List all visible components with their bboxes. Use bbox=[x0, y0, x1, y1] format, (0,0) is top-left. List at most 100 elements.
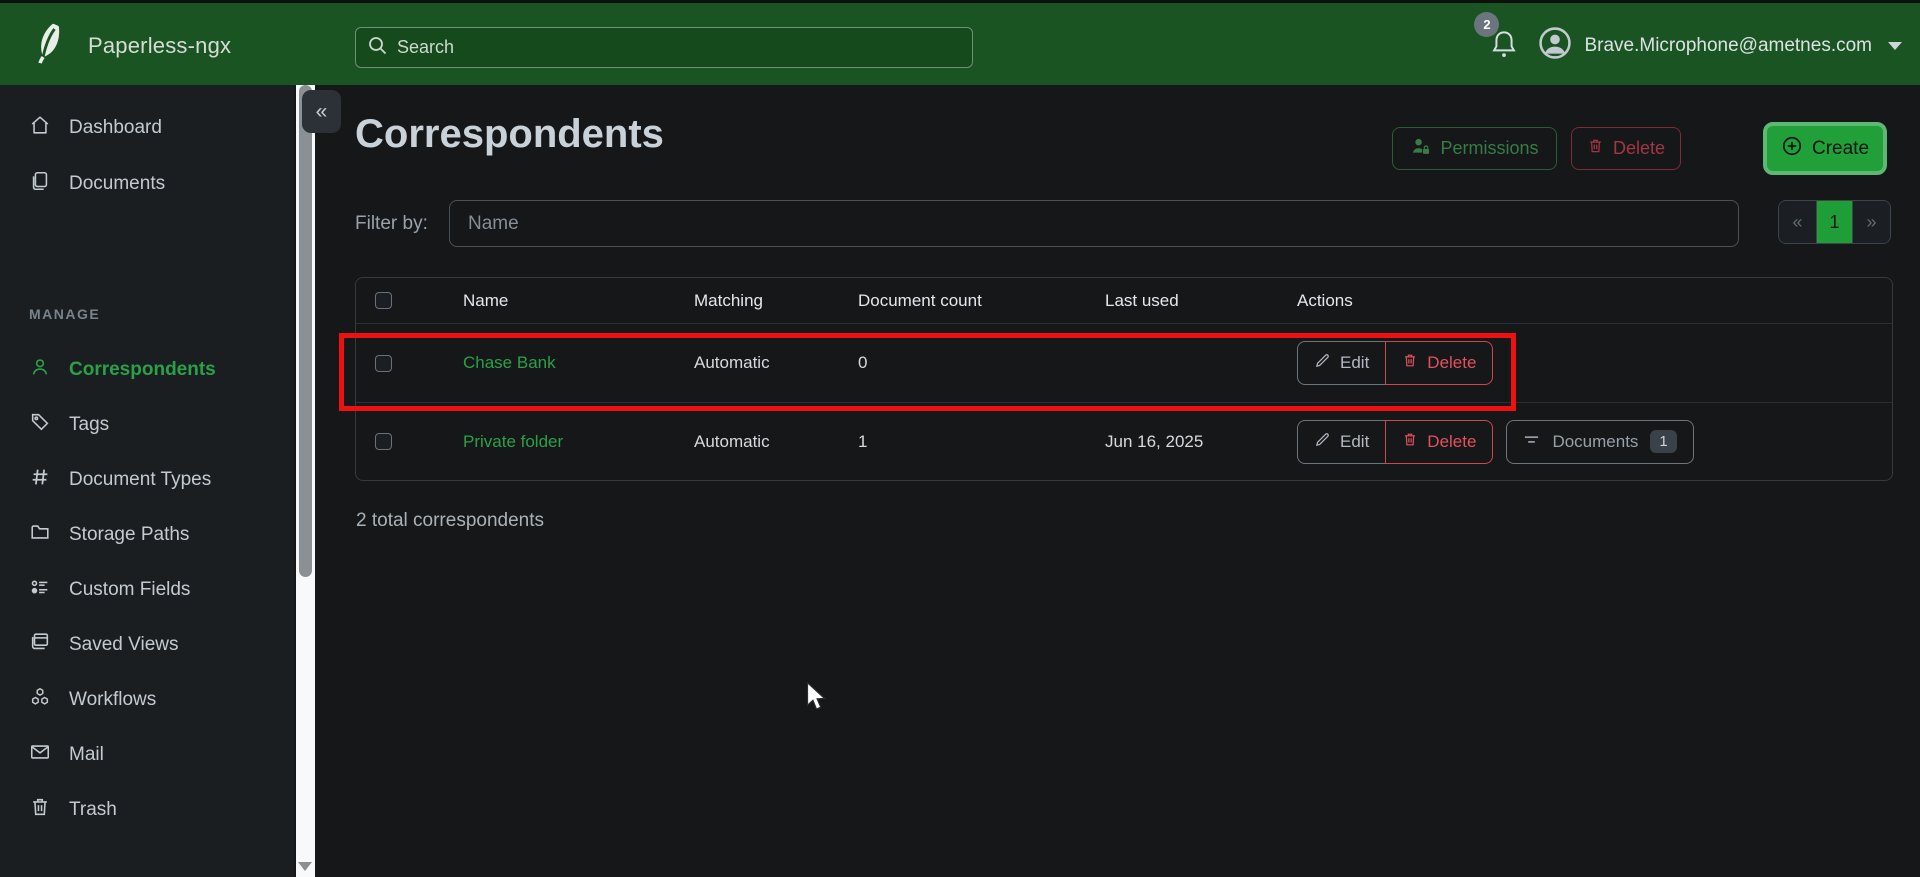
delete-button-label: Delete bbox=[1427, 432, 1476, 452]
sidebar-item-correspondents[interactable]: Correspondents bbox=[0, 342, 294, 397]
delete-button-label: Delete bbox=[1427, 353, 1476, 373]
mouse-cursor-icon bbox=[806, 682, 830, 717]
sidebar-item-label: Document Types bbox=[69, 469, 211, 491]
pagination-page-1[interactable]: 1 bbox=[1817, 201, 1852, 243]
pagination-next-button[interactable]: » bbox=[1852, 201, 1890, 243]
column-header-last-used[interactable]: Last used bbox=[1105, 291, 1297, 311]
edit-button[interactable]: Edit bbox=[1297, 341, 1386, 385]
sidebar-item-workflows[interactable]: Workflows bbox=[0, 672, 294, 727]
row-checkbox[interactable] bbox=[375, 433, 392, 450]
hash-icon bbox=[29, 466, 51, 494]
folder-icon bbox=[29, 521, 51, 549]
sidebar-scrollbar[interactable] bbox=[296, 85, 315, 877]
trash-icon bbox=[1587, 137, 1604, 160]
checklist-icon bbox=[29, 576, 51, 604]
documents-count-badge: 1 bbox=[1650, 430, 1676, 453]
sidebar-item-storage-paths[interactable]: Storage Paths bbox=[0, 507, 294, 562]
sidebar-item-label: Documents bbox=[69, 173, 165, 195]
sidebar-item-label: Mail bbox=[69, 744, 104, 766]
app-logo-brand[interactable]: Paperless-ngx bbox=[30, 3, 231, 88]
table-row-chase-bank: Chase Bank Automatic 0 Edit bbox=[356, 324, 1892, 402]
row-checkbox[interactable] bbox=[375, 355, 392, 372]
column-header-matching[interactable]: Matching bbox=[694, 291, 858, 311]
create-button[interactable]: Create bbox=[1763, 122, 1887, 175]
last-used-value: Jun 16, 2025 bbox=[1105, 432, 1297, 452]
delete-button-label: Delete bbox=[1613, 138, 1665, 159]
documents-button-label: Documents bbox=[1552, 432, 1638, 452]
pencil-icon bbox=[1314, 431, 1331, 453]
column-header-name[interactable]: Name bbox=[463, 291, 694, 311]
sidebar-item-label: Correspondents bbox=[69, 359, 216, 381]
user-email: Brave.Microphone@ametnes.com bbox=[1584, 35, 1872, 57]
home-icon bbox=[29, 114, 51, 142]
bulk-delete-button[interactable]: Delete bbox=[1571, 127, 1681, 170]
sidebar-item-label: Custom Fields bbox=[69, 579, 190, 601]
sidebar-item-label: Tags bbox=[69, 414, 109, 436]
sidebar-item-tags[interactable]: Tags bbox=[0, 397, 294, 452]
column-header-actions: Actions bbox=[1297, 291, 1892, 311]
plus-circle-icon bbox=[1781, 135, 1803, 163]
document-count-value: 0 bbox=[858, 353, 1105, 373]
trash-icon bbox=[29, 796, 51, 824]
edit-button[interactable]: Edit bbox=[1297, 420, 1386, 464]
correspondent-name-link[interactable]: Chase Bank bbox=[463, 353, 694, 373]
select-all-checkbox[interactable] bbox=[375, 292, 392, 309]
mail-icon bbox=[29, 741, 51, 769]
create-button-label: Create bbox=[1812, 138, 1869, 160]
correspondents-table: Name Matching Document count Last used A… bbox=[355, 277, 1893, 481]
delete-button[interactable]: Delete bbox=[1385, 341, 1493, 385]
permissions-button[interactable]: Permissions bbox=[1392, 127, 1557, 170]
edit-button-label: Edit bbox=[1340, 432, 1369, 452]
sidebar-item-label: Workflows bbox=[69, 689, 156, 711]
trash-icon bbox=[1402, 352, 1418, 374]
documents-filter-button[interactable]: Documents 1 bbox=[1506, 420, 1693, 464]
sidebar-item-label: Dashboard bbox=[69, 117, 162, 139]
delete-button[interactable]: Delete bbox=[1385, 420, 1493, 464]
trash-icon bbox=[1402, 431, 1418, 453]
scrollbar-down-arrow-icon[interactable] bbox=[298, 862, 312, 871]
scrollbar-thumb[interactable] bbox=[299, 85, 312, 577]
sidebar-item-mail[interactable]: Mail bbox=[0, 727, 294, 782]
column-header-document-count[interactable]: Document count bbox=[858, 291, 1105, 311]
sidebar-spacer bbox=[0, 212, 294, 286]
boxes-icon bbox=[29, 686, 51, 714]
person-icon bbox=[29, 356, 51, 384]
sidebar-item-label: Storage Paths bbox=[69, 524, 189, 546]
documents-icon bbox=[29, 170, 51, 198]
global-search[interactable] bbox=[355, 27, 973, 68]
sidebar-section-manage: MANAGE bbox=[0, 286, 294, 342]
user-menu[interactable]: Brave.Microphone@ametnes.com bbox=[1538, 26, 1902, 65]
total-correspondents-summary: 2 total correspondents bbox=[356, 510, 544, 532]
document-count-value: 1 bbox=[858, 432, 1105, 452]
table-header-row: Name Matching Document count Last used A… bbox=[356, 278, 1892, 324]
name-filter-input[interactable] bbox=[449, 200, 1739, 247]
sidebar-item-document-types[interactable]: Document Types bbox=[0, 452, 294, 507]
sidebar-item-trash[interactable]: Trash bbox=[0, 782, 294, 837]
sidebar-collapse-button[interactable]: « bbox=[302, 90, 341, 133]
user-menu-caret-icon bbox=[1888, 42, 1902, 50]
table-row-private-folder: Private folder Automatic 1 Jun 16, 2025 … bbox=[356, 402, 1892, 480]
pagination-prev-button[interactable]: « bbox=[1779, 201, 1817, 243]
sidebar-item-documents[interactable]: Documents bbox=[0, 156, 294, 212]
app-title: Paperless-ngx bbox=[88, 33, 231, 59]
filter-by-label: Filter by: bbox=[355, 213, 428, 235]
search-icon bbox=[368, 36, 387, 60]
sidebar-item-saved-views[interactable]: Saved Views bbox=[0, 617, 294, 672]
notification-count-badge: 2 bbox=[1474, 12, 1499, 37]
page-title: Correspondents bbox=[355, 112, 664, 157]
top-navbar: Paperless-ngx 2 bbox=[0, 0, 1920, 85]
sidebar-item-dashboard[interactable]: Dashboard bbox=[0, 100, 294, 156]
pencil-icon bbox=[1314, 352, 1331, 374]
edit-button-label: Edit bbox=[1340, 353, 1369, 373]
notifications-bell[interactable]: 2 bbox=[1490, 28, 1520, 64]
correspondent-name-link[interactable]: Private folder bbox=[463, 432, 694, 452]
sidebar-item-custom-fields[interactable]: Custom Fields bbox=[0, 562, 294, 617]
permissions-button-label: Permissions bbox=[1440, 138, 1538, 159]
sidebar-item-label: Trash bbox=[69, 799, 117, 821]
avatar-icon bbox=[1538, 26, 1572, 65]
search-input[interactable] bbox=[397, 37, 960, 58]
tag-icon bbox=[29, 411, 51, 439]
filter-icon bbox=[1523, 432, 1540, 452]
matching-value: Automatic bbox=[694, 432, 858, 452]
person-lock-icon bbox=[1410, 136, 1431, 161]
